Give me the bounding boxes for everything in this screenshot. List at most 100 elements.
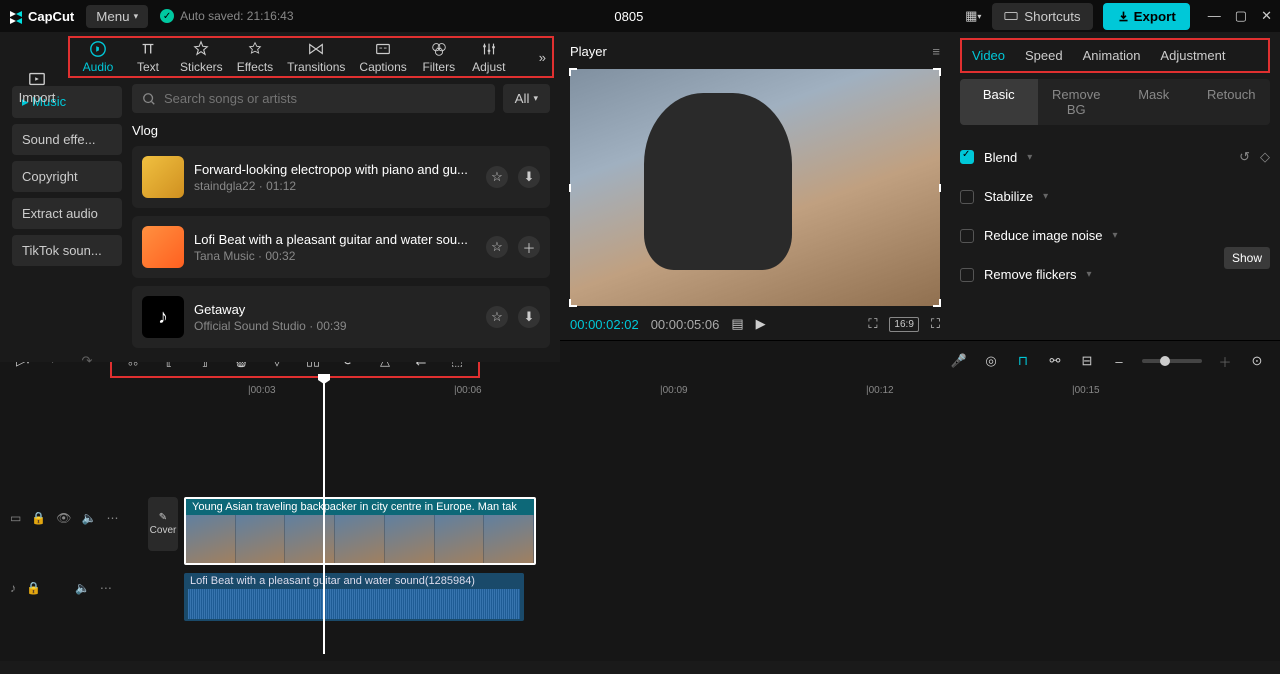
tab-filters[interactable]: Filters [417,38,461,76]
timeline-ruler[interactable]: |00:03 |00:06 |00:09 |00:12 |00:15 [0,381,1280,401]
app-logo: CapCut [8,8,74,24]
minimize-icon[interactable]: — [1208,8,1221,24]
play-icon[interactable]: ▶ [756,316,766,332]
track-eye-icon[interactable]: 👁 [56,511,71,525]
search-input-wrap[interactable] [132,84,495,113]
video-clip-label: Young Asian traveling backpacker in city… [186,499,534,515]
cover-button[interactable]: ✎ Cover [148,497,178,551]
track-thumb [142,226,184,268]
chevron-down-icon[interactable]: ▾ [1086,269,1091,280]
track-visibility-icon[interactable]: ▭ [10,511,21,525]
media-tabs-highlight: Audio Text Stickers Effects Transitions … [68,36,554,78]
tab-effects[interactable]: Effects [233,38,277,76]
fullscreen-icon[interactable]: ⛶ [931,316,940,332]
favorite-icon[interactable]: ☆ [486,166,508,188]
keyframe-icon[interactable]: ◇ [1260,149,1270,165]
subtab-basic[interactable]: Basic [960,79,1038,125]
tab-audio[interactable]: Audio [76,38,120,76]
audio-clip[interactable]: Lofi Beat with a pleasant guitar and wat… [184,573,524,621]
tooltip: Show [1224,247,1270,269]
subtab-mask[interactable]: Mask [1115,79,1193,125]
video-clip[interactable]: Young Asian traveling backpacker in city… [184,497,536,565]
blend-checkbox[interactable] [960,150,974,164]
track-toggle-icon[interactable]: ◎ [982,352,1000,370]
mic-icon[interactable]: 🎤 [950,352,968,370]
track-title: Forward-looking electropop with piano an… [194,162,476,177]
player-title: Player [570,44,607,59]
track-mute-icon[interactable]: 🔈 [75,581,90,595]
track-title: Lofi Beat with a pleasant guitar and wat… [194,232,476,247]
layout-icon[interactable]: ▦▾ [964,7,982,25]
sidebar-item-extract-audio[interactable]: Extract audio [12,198,122,229]
aspect-ratio[interactable]: 16:9 [889,317,918,332]
menu-button[interactable]: Menu ▾ [86,5,148,28]
more-tabs-icon[interactable]: » [539,50,546,65]
sidebar-item-tiktok-sounds[interactable]: TikTok soun... [12,235,122,266]
export-button[interactable]: Export [1103,3,1190,30]
chevron-down-icon[interactable]: ▾ [1027,152,1032,163]
snap-icon[interactable]: ⊟ [1078,352,1096,370]
track-more-icon[interactable]: ⋯ [100,581,112,595]
track-item[interactable]: ♪ Getaway Official Sound Studio · 00:39 … [132,286,550,348]
filter-all-button[interactable]: All ▾ [503,84,550,113]
download-icon[interactable]: ⬇ [518,166,540,188]
redo-icon[interactable]: ↷ [78,352,96,370]
track-more-icon[interactable]: ⋯ [106,511,118,525]
tab-import[interactable]: Import [8,70,66,105]
tab-transitions[interactable]: Transitions [283,38,349,76]
download-icon[interactable]: ⬇ [518,306,540,328]
sidebar-item-sound-effects[interactable]: Sound effe... [12,124,122,155]
tab-adjust[interactable]: Adjust [467,38,511,76]
track-item[interactable]: Lofi Beat with a pleasant guitar and wat… [132,216,550,278]
chevron-down-icon[interactable]: ▾ [1043,191,1048,202]
reduce-noise-label: Reduce image noise [984,228,1103,243]
inspector-tab-video[interactable]: Video [972,48,1005,63]
zoom-in-icon[interactable]: ＋ [1216,352,1234,370]
track-title: Getaway [194,302,476,317]
close-icon[interactable]: ✕ [1261,8,1272,24]
remove-flickers-label: Remove flickers [984,267,1076,282]
section-title: Vlog [132,123,550,138]
tab-captions[interactable]: Captions [355,38,410,76]
sidebar-item-copyright[interactable]: Copyright [12,161,122,192]
favorite-icon[interactable]: ☆ [486,306,508,328]
maximize-icon[interactable]: ▢ [1235,8,1247,24]
inspector-tabs-highlight: Video Speed Animation Adjustment [960,38,1270,73]
reduce-noise-checkbox[interactable] [960,229,974,243]
search-icon [142,92,156,106]
audio-clip-label: Lofi Beat with a pleasant guitar and wat… [184,573,524,589]
track-item[interactable]: Forward-looking electropop with piano an… [132,146,550,208]
player-menu-icon[interactable]: ≡ [932,44,940,59]
remove-flickers-checkbox[interactable] [960,268,974,282]
playhead[interactable] [323,380,325,654]
audio-sidebar: ▸ Music Sound effe... Copyright Extract … [12,80,122,356]
scale-icon[interactable]: ⛶ [868,316,877,332]
inspector-tab-animation[interactable]: Animation [1083,48,1141,63]
time-current: 00:00:02:02 [570,317,639,332]
track-mute-icon[interactable]: 🔈 [82,511,97,525]
video-preview[interactable] [570,69,940,306]
subtab-retouch[interactable]: Retouch [1193,79,1271,125]
track-lock-icon[interactable]: 🔒 [26,581,41,595]
time-total: 00:00:05:06 [651,317,720,332]
inspector-tab-speed[interactable]: Speed [1025,48,1063,63]
tab-stickers[interactable]: Stickers [176,38,227,76]
search-input[interactable] [164,91,485,106]
reset-icon[interactable]: ↺ [1239,149,1250,165]
chevron-down-icon[interactable]: ▾ [1113,230,1118,241]
inspector-tab-adjustment[interactable]: Adjustment [1160,48,1225,63]
favorite-icon[interactable]: ☆ [486,236,508,258]
add-icon[interactable]: ＋ [518,236,540,258]
track-audio-icon[interactable]: ♪ [10,581,16,595]
list-icon[interactable]: ▤ [731,316,743,332]
shortcuts-button[interactable]: Shortcuts [992,3,1092,30]
fit-icon[interactable]: ⊙ [1248,352,1266,370]
stabilize-checkbox[interactable] [960,190,974,204]
subtab-remove-bg[interactable]: Remove BG [1038,79,1116,125]
zoom-out-icon[interactable]: – [1110,352,1128,370]
tab-text[interactable]: Text [126,38,170,76]
track-lock-icon[interactable]: 🔒 [31,511,46,525]
zoom-slider[interactable] [1142,359,1202,363]
magnet-icon[interactable]: ⊓ [1014,352,1032,370]
link-icon[interactable]: ⚯ [1046,352,1064,370]
